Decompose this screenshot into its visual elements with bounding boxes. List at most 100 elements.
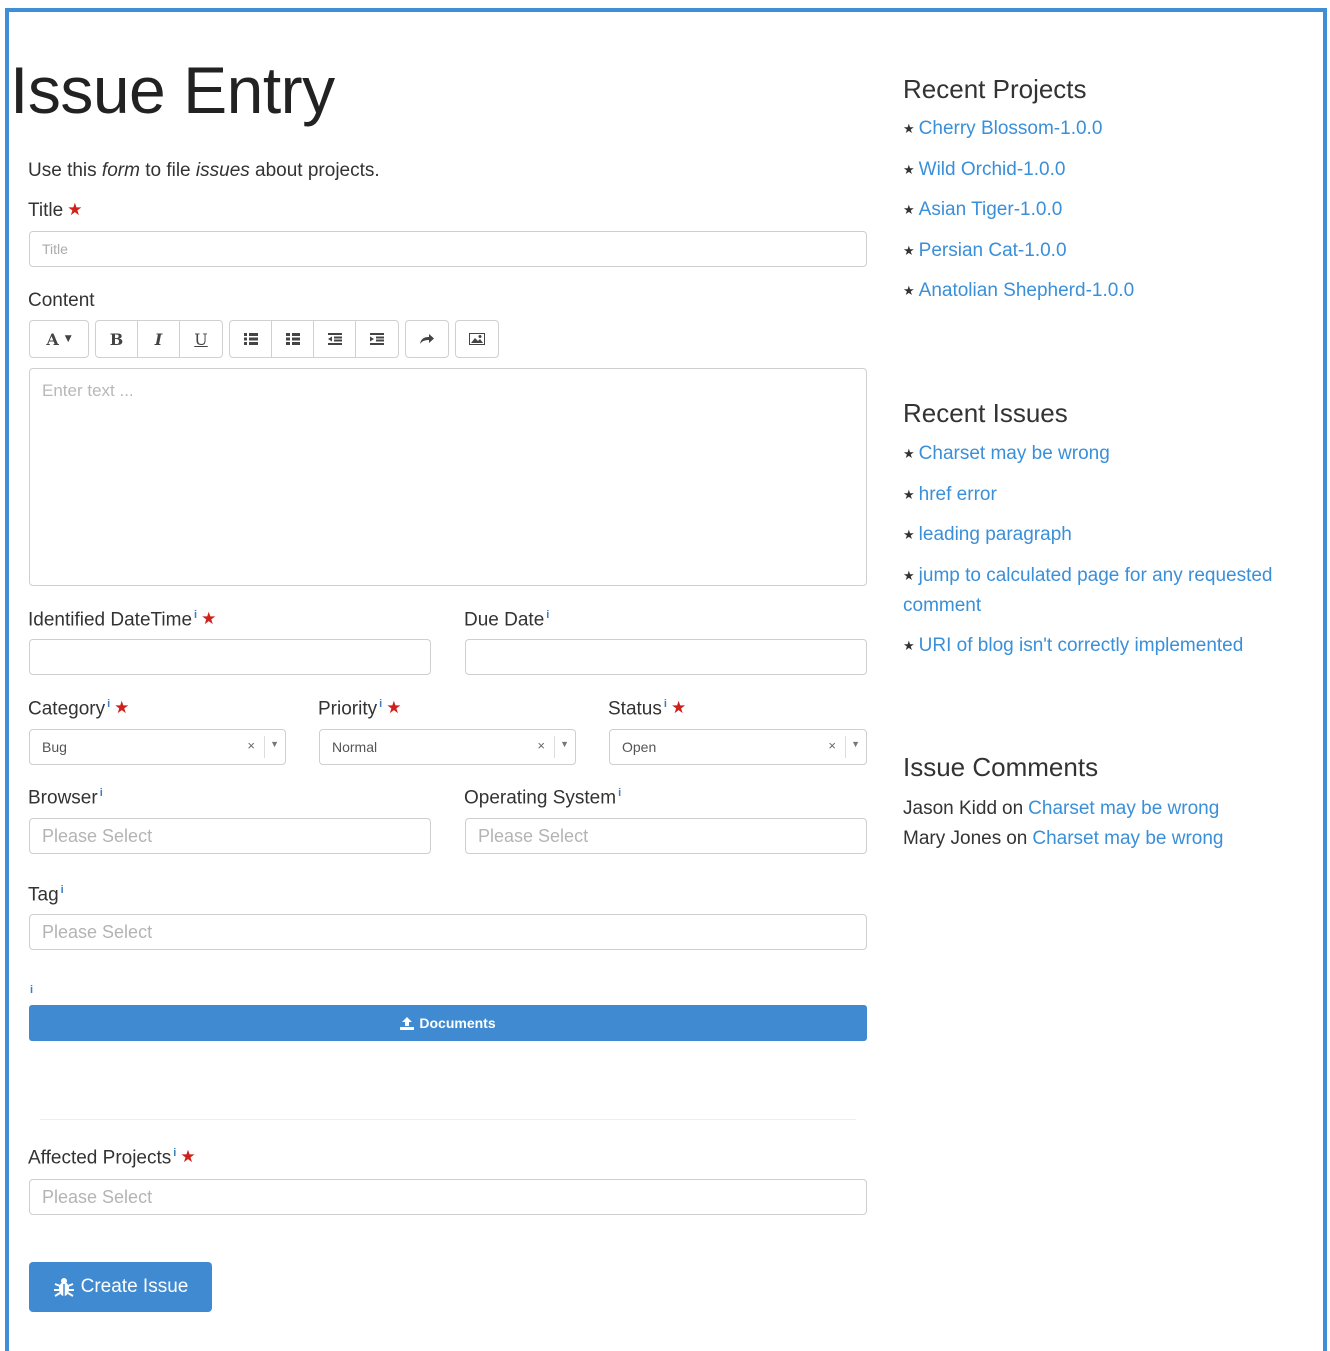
info-icon: i — [618, 787, 622, 799]
sidebar-link[interactable]: jump to calculated page for any requeste… — [903, 565, 1273, 616]
identified-datetime-input[interactable] — [29, 639, 431, 675]
content-editor[interactable]: Enter text ... — [29, 368, 867, 586]
tag-select[interactable]: Please Select — [29, 914, 867, 950]
sidebar-link[interactable]: Persian Cat-1.0.0 — [919, 240, 1067, 261]
sidebar-link[interactable]: Cherry Blossom-1.0.0 — [919, 118, 1103, 139]
select-divider — [845, 736, 846, 758]
list-item: ★ URI of blog isn't correctly implemented — [903, 631, 1313, 661]
os-select[interactable]: Please Select — [465, 818, 867, 854]
comment-issue-link[interactable]: Charset may be wrong — [1032, 828, 1223, 849]
select-divider — [264, 736, 265, 758]
caret-down-icon[interactable]: ▼ — [851, 739, 860, 749]
bold-button[interactable]: B — [96, 321, 138, 357]
indent-button[interactable] — [356, 321, 398, 357]
comment-on-text: on — [1002, 798, 1024, 819]
browser-select[interactable]: Please Select — [29, 818, 431, 854]
status-label: Status i ★ — [608, 698, 687, 720]
caret-down-icon[interactable]: ▼ — [560, 739, 569, 749]
comment-user: Mary Jones — [903, 828, 1002, 849]
category-select[interactable]: Bug × ▼ — [29, 729, 286, 765]
issue-comments-list: Jason Kidd on Charset may be wrong Mary Jon… — [903, 794, 1224, 854]
clear-icon[interactable]: × — [828, 738, 836, 753]
create-issue-button[interactable]: Create Issue — [29, 1262, 212, 1312]
required-star-icon: ★ — [67, 200, 83, 219]
share-arrow-icon — [420, 334, 434, 344]
sidebar-link[interactable]: Charset may be wrong — [919, 443, 1110, 464]
priority-select[interactable]: Normal × ▼ — [319, 729, 576, 765]
bullet-star-icon: ★ — [903, 638, 915, 653]
comment-on-text: on — [1006, 828, 1028, 849]
issue-comments-title: Issue Comments — [903, 752, 1099, 782]
tag-label: Tag i — [28, 884, 64, 906]
intro-text: Use this form to file issues about proje… — [28, 160, 380, 181]
sidebar-link[interactable]: Wild Orchid-1.0.0 — [919, 159, 1066, 180]
link-group — [405, 320, 449, 358]
due-date-input[interactable] — [465, 639, 867, 675]
browser-label: Browser i — [28, 787, 103, 809]
recent-issues-list: ★ Charset may be wrong ★ href error ★ leading… — [903, 439, 1313, 672]
comment-row: Mary Jones on Charset may be wrong — [903, 824, 1224, 854]
category-label: Category i ★ — [28, 698, 130, 720]
caret-down-icon[interactable]: ▼ — [270, 739, 279, 749]
clear-icon[interactable]: × — [537, 738, 545, 753]
bullet-star-icon: ★ — [903, 242, 915, 258]
bullet-star-icon: ★ — [903, 283, 915, 298]
bullet-star-icon: ★ — [903, 202, 915, 217]
list-item: ★ Persian Cat-1.0.0 — [903, 236, 1313, 266]
numbered-list-button[interactable] — [272, 321, 314, 357]
required-star-icon: ★ — [386, 698, 402, 717]
info-icon: i — [663, 698, 667, 710]
recent-issues-title: Recent Issues — [903, 398, 1068, 428]
bullet-list-icon — [243, 333, 258, 345]
priority-value: Normal — [332, 739, 378, 755]
title-input[interactable]: Title — [29, 231, 867, 267]
underline-button[interactable]: U — [180, 321, 222, 357]
recent-projects-list: ★ Cherry Blossom-1.0.0 ★ Wild Orchid-1.0.0 ★… — [903, 114, 1313, 317]
category-value: Bug — [42, 739, 67, 755]
outdent-button[interactable] — [314, 321, 356, 357]
recent-projects-title: Recent Projects — [903, 74, 1087, 104]
bullet-star-icon: ★ — [903, 446, 915, 461]
bullet-star-icon: ★ — [903, 527, 915, 542]
caret-down-icon: ▼ — [64, 334, 72, 344]
info-icon: i — [546, 609, 550, 621]
content-label: Content — [28, 290, 95, 311]
required-star-icon: ★ — [201, 609, 217, 628]
bullet-list-button[interactable] — [230, 321, 272, 357]
documents-upload-button[interactable]: Documents — [29, 1005, 867, 1041]
identified-datetime-label: Identified DateTime i ★ — [28, 609, 217, 631]
info-icon: i — [173, 1147, 177, 1159]
clear-icon[interactable]: × — [247, 738, 255, 753]
bullet-star-icon: ★ — [903, 567, 915, 583]
sidebar-link[interactable]: href error — [919, 484, 997, 505]
upload-icon — [400, 1016, 415, 1030]
required-star-icon: ★ — [670, 698, 687, 717]
link-button[interactable] — [406, 321, 448, 357]
documents-label: Documents — [419, 1015, 496, 1031]
bug-icon — [53, 1278, 74, 1297]
bullet-star-icon: ★ — [903, 486, 915, 502]
numbered-list-icon — [285, 333, 300, 345]
image-icon — [469, 333, 485, 345]
sidebar-link[interactable]: Anatolian Shepherd-1.0.0 — [919, 280, 1135, 301]
comment-issue-link[interactable]: Charset may be wrong — [1028, 798, 1219, 819]
info-icon: i — [30, 984, 34, 996]
required-star-icon: ★ — [114, 698, 130, 717]
list-item: ★ jump to calculated page for any request… — [903, 561, 1313, 621]
font-dropdown-button[interactable]: A ▼ — [30, 321, 88, 357]
editor-toolbar: A ▼ B I U — [29, 320, 499, 358]
affected-projects-select[interactable]: Please Select — [29, 1179, 867, 1215]
info-icon: i — [99, 787, 103, 799]
affected-projects-label: Affected Projects i ★ — [28, 1147, 196, 1169]
status-select[interactable]: Open × ▼ — [609, 729, 867, 765]
sidebar-link[interactable]: Asian Tiger-1.0.0 — [919, 199, 1063, 220]
insert-image-button[interactable] — [456, 321, 498, 357]
list-item: ★ Asian Tiger-1.0.0 — [903, 195, 1313, 225]
sidebar-link[interactable]: leading paragraph — [919, 524, 1072, 545]
required-star-icon: ★ — [180, 1147, 196, 1166]
divider — [40, 1119, 856, 1120]
sidebar-link[interactable]: URI of blog isn't correctly implemented — [919, 635, 1244, 656]
priority-label: Priority i ★ — [318, 698, 402, 720]
italic-button[interactable]: I — [138, 321, 180, 357]
list-item: ★ Cherry Blossom-1.0.0 — [903, 114, 1313, 144]
